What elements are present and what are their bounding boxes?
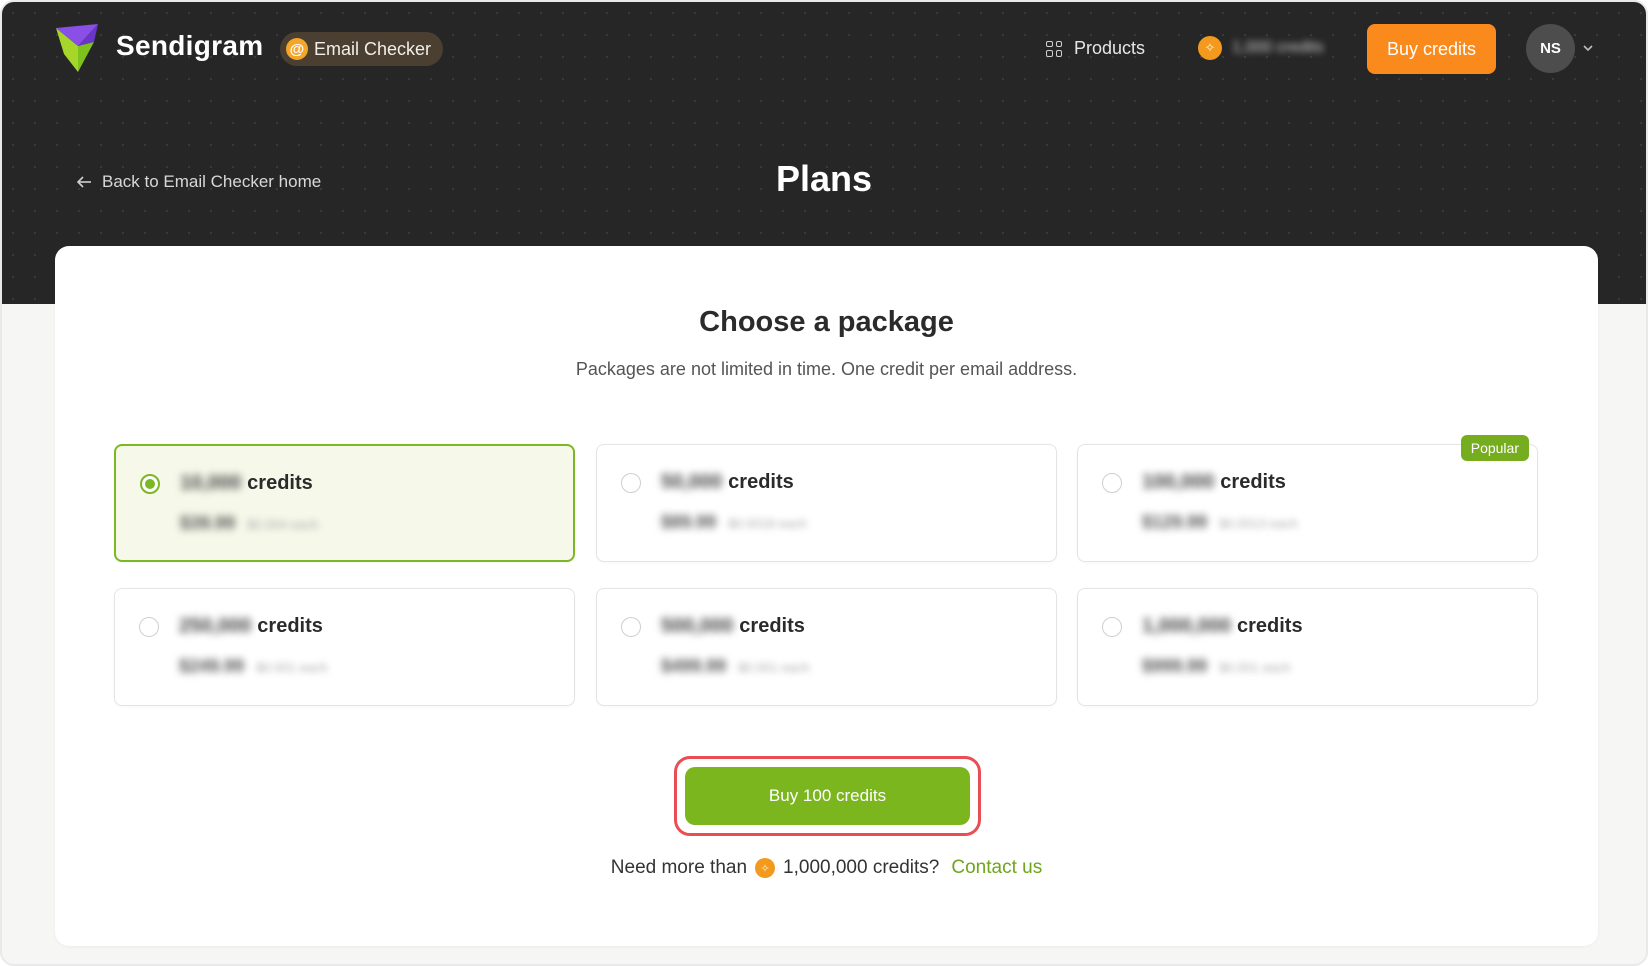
buy-credits-button[interactable]: Buy credits: [1367, 24, 1496, 74]
package-price: $999.99: [1142, 656, 1208, 676]
package-price: $39.99: [180, 513, 236, 533]
package-per-unit: $0.001 each: [256, 660, 328, 675]
package-per-unit: $0.004 each: [247, 517, 319, 532]
package-per-unit: $0.001 each: [1219, 660, 1291, 675]
product-badge-label: Email Checker: [314, 38, 432, 59]
package-unit: credits: [739, 615, 805, 637]
package-unit: credits: [1220, 471, 1286, 493]
package-amount: 100,000: [1142, 471, 1215, 493]
package-radio[interactable]: [621, 617, 641, 637]
package-option-50000[interactable]: 50,000 credits $89.99 $0.0018 each: [596, 444, 1057, 562]
contact-us-link[interactable]: Contact us: [951, 857, 1042, 879]
product-badge[interactable]: @ Email Checker: [280, 32, 444, 66]
card-title: Choose a package: [699, 306, 954, 338]
card-subtitle: Packages are not limited in time. One cr…: [575, 359, 1078, 379]
page-title: Plans: [775, 158, 873, 199]
chevron-down-icon[interactable]: [1582, 42, 1594, 54]
package-radio[interactable]: [1102, 473, 1122, 493]
avatar[interactable]: NS: [1526, 24, 1575, 73]
package-option-500000[interactable]: 500,000 credits $499.99 $0.001 each: [596, 588, 1057, 706]
package-option-250000[interactable]: 250,000 credits $249.99 $0.001 each: [114, 588, 575, 706]
package-radio[interactable]: [1102, 617, 1122, 637]
buy-package-button[interactable]: Buy 100 credits: [685, 767, 970, 825]
package-unit: credits: [257, 615, 323, 637]
package-amount: 500,000: [661, 615, 734, 637]
at-sign-icon: @: [286, 38, 308, 60]
package-price: $129.99: [1142, 512, 1208, 532]
credit-coin-icon: ✧: [755, 858, 776, 878]
products-label: Products: [1074, 38, 1146, 58]
need-more-text: Need more than: [610, 857, 748, 878]
sendigram-logo-icon[interactable]: [54, 24, 100, 74]
brand-name[interactable]: Sendigram: [116, 30, 263, 62]
app-window: Sendigram @ Email Checker Products ✧ 1,0…: [0, 0, 1648, 966]
package-option-100000[interactable]: Popular 100,000 credits $129.99 $0.0013 ea…: [1077, 435, 1538, 562]
package-per-unit: $0.0018 each: [728, 516, 807, 531]
package-unit: credits: [247, 472, 313, 494]
package-price: $249.99: [179, 656, 245, 676]
credit-coin-icon: ✧: [1198, 36, 1222, 60]
grid-icon: [1046, 40, 1062, 57]
package-unit: credits: [1236, 615, 1303, 637]
package-option-1000000[interactable]: 1,000,000 credits $999.99 $0.001 each: [1077, 588, 1538, 706]
package-radio[interactable]: [140, 474, 160, 494]
package-card: Choose a package Packages are not limite…: [55, 246, 1598, 946]
package-price: $89.99: [661, 512, 717, 532]
package-option-10000[interactable]: 10,000 credits $39.99 $0.004 each: [114, 444, 575, 562]
package-radio[interactable]: [139, 617, 159, 637]
package-amount: 10,000: [180, 472, 242, 494]
buy-button-highlight: Buy 100 credits: [674, 756, 981, 836]
package-amount: 1,000,000: [1142, 615, 1231, 637]
package-unit: credits: [728, 471, 794, 493]
package-per-unit: $0.001 each: [738, 660, 810, 675]
credits-balance[interactable]: ✧ 1,000 credits: [1198, 36, 1324, 60]
package-amount: 250,000: [179, 615, 252, 637]
package-per-unit: $0.0013 each: [1219, 516, 1298, 531]
products-menu[interactable]: Products: [1046, 38, 1145, 59]
package-price: $499.99: [661, 656, 727, 676]
popular-badge: Popular: [1460, 435, 1529, 461]
need-more-note: Need more than ✧ 1,000,000 credits? Cont…: [55, 857, 1598, 879]
package-radio[interactable]: [621, 473, 641, 493]
credits-balance-value: 1,000 credits: [1232, 39, 1324, 56]
package-amount: 50,000: [661, 471, 723, 493]
need-more-amount: 1,000,000 credits?: [783, 857, 940, 878]
